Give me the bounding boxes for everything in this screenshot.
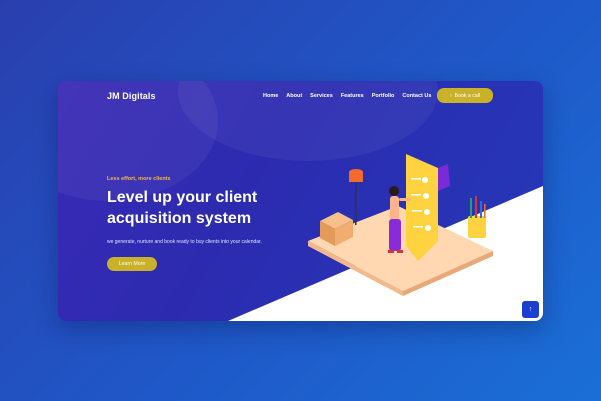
hero-eyebrow: Less effort, more clients (107, 176, 171, 182)
hero-subtext: we generate, nurture and book ready to b… (107, 239, 262, 245)
learn-more-button[interactable]: Learn More (107, 257, 157, 271)
arrow-up-icon: ↑ (528, 306, 533, 313)
hero-headline: Level up your client acquisition system (107, 189, 258, 227)
nav-features[interactable]: Features (341, 93, 364, 99)
hero-card: JM Digitals Home About Services Features… (58, 81, 543, 321)
nav-about[interactable]: About (286, 93, 302, 99)
nav-portfolio[interactable]: Portfolio (372, 93, 395, 99)
main-nav: Home About Services Features Portfolio C… (263, 93, 431, 99)
book-a-call-label: Book a call (454, 92, 481, 99)
hero-illustration (308, 154, 493, 296)
brand-logo[interactable]: JM Digitals (107, 91, 156, 101)
scroll-to-top-button[interactable]: ↑ (522, 301, 539, 318)
nav-services[interactable]: Services (310, 93, 333, 99)
chevron-right-icon: › (449, 92, 452, 99)
nav-contact-us[interactable]: Contact Us (402, 93, 431, 99)
book-a-call-button[interactable]: › Book a call (437, 88, 493, 103)
nav-home[interactable]: Home (263, 93, 278, 99)
